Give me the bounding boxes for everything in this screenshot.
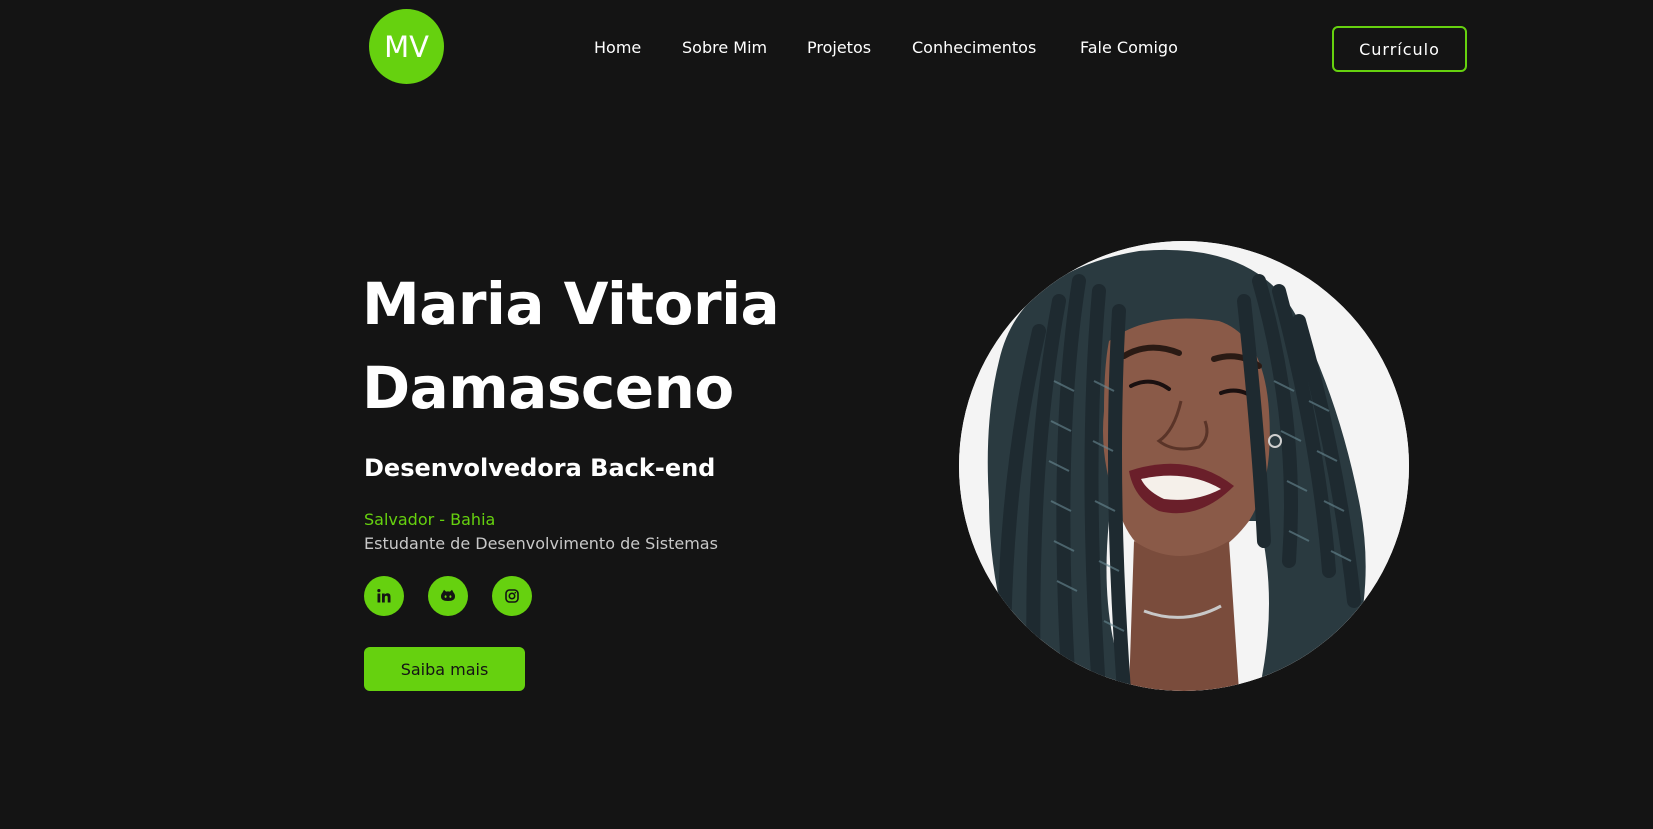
nav-item-fale-comigo[interactable]: Fale Comigo <box>1080 38 1178 57</box>
nav-item-projetos[interactable]: Projetos <box>807 38 871 57</box>
instagram-icon <box>504 588 520 604</box>
hero-name-line1: Maria Vitoria <box>362 270 780 338</box>
nav-item-home[interactable]: Home <box>594 38 641 57</box>
github-icon <box>440 588 456 604</box>
hero-description: Estudante de Desenvolvimento de Sistemas <box>364 534 718 553</box>
hero-role: Desenvolvedora Back-end <box>364 454 716 482</box>
instagram-link[interactable] <box>492 576 532 616</box>
nav-item-conhecimentos[interactable]: Conhecimentos <box>912 38 1036 57</box>
page: MV Home Sobre Mim Projetos Conhecimentos… <box>0 0 1653 829</box>
profile-photo <box>959 241 1409 691</box>
saiba-mais-button[interactable]: Saiba mais <box>364 647 525 691</box>
linkedin-link[interactable] <box>364 576 404 616</box>
curriculo-button[interactable]: Currículo <box>1332 26 1467 72</box>
hero-name: Maria Vitoria Damasceno <box>362 262 882 430</box>
hero-name-line2: Damasceno <box>362 354 734 422</box>
nav-item-sobre-mim[interactable]: Sobre Mim <box>682 38 767 57</box>
github-link[interactable] <box>428 576 468 616</box>
linkedin-icon <box>376 588 392 604</box>
hero-location: Salvador - Bahia <box>364 510 496 529</box>
